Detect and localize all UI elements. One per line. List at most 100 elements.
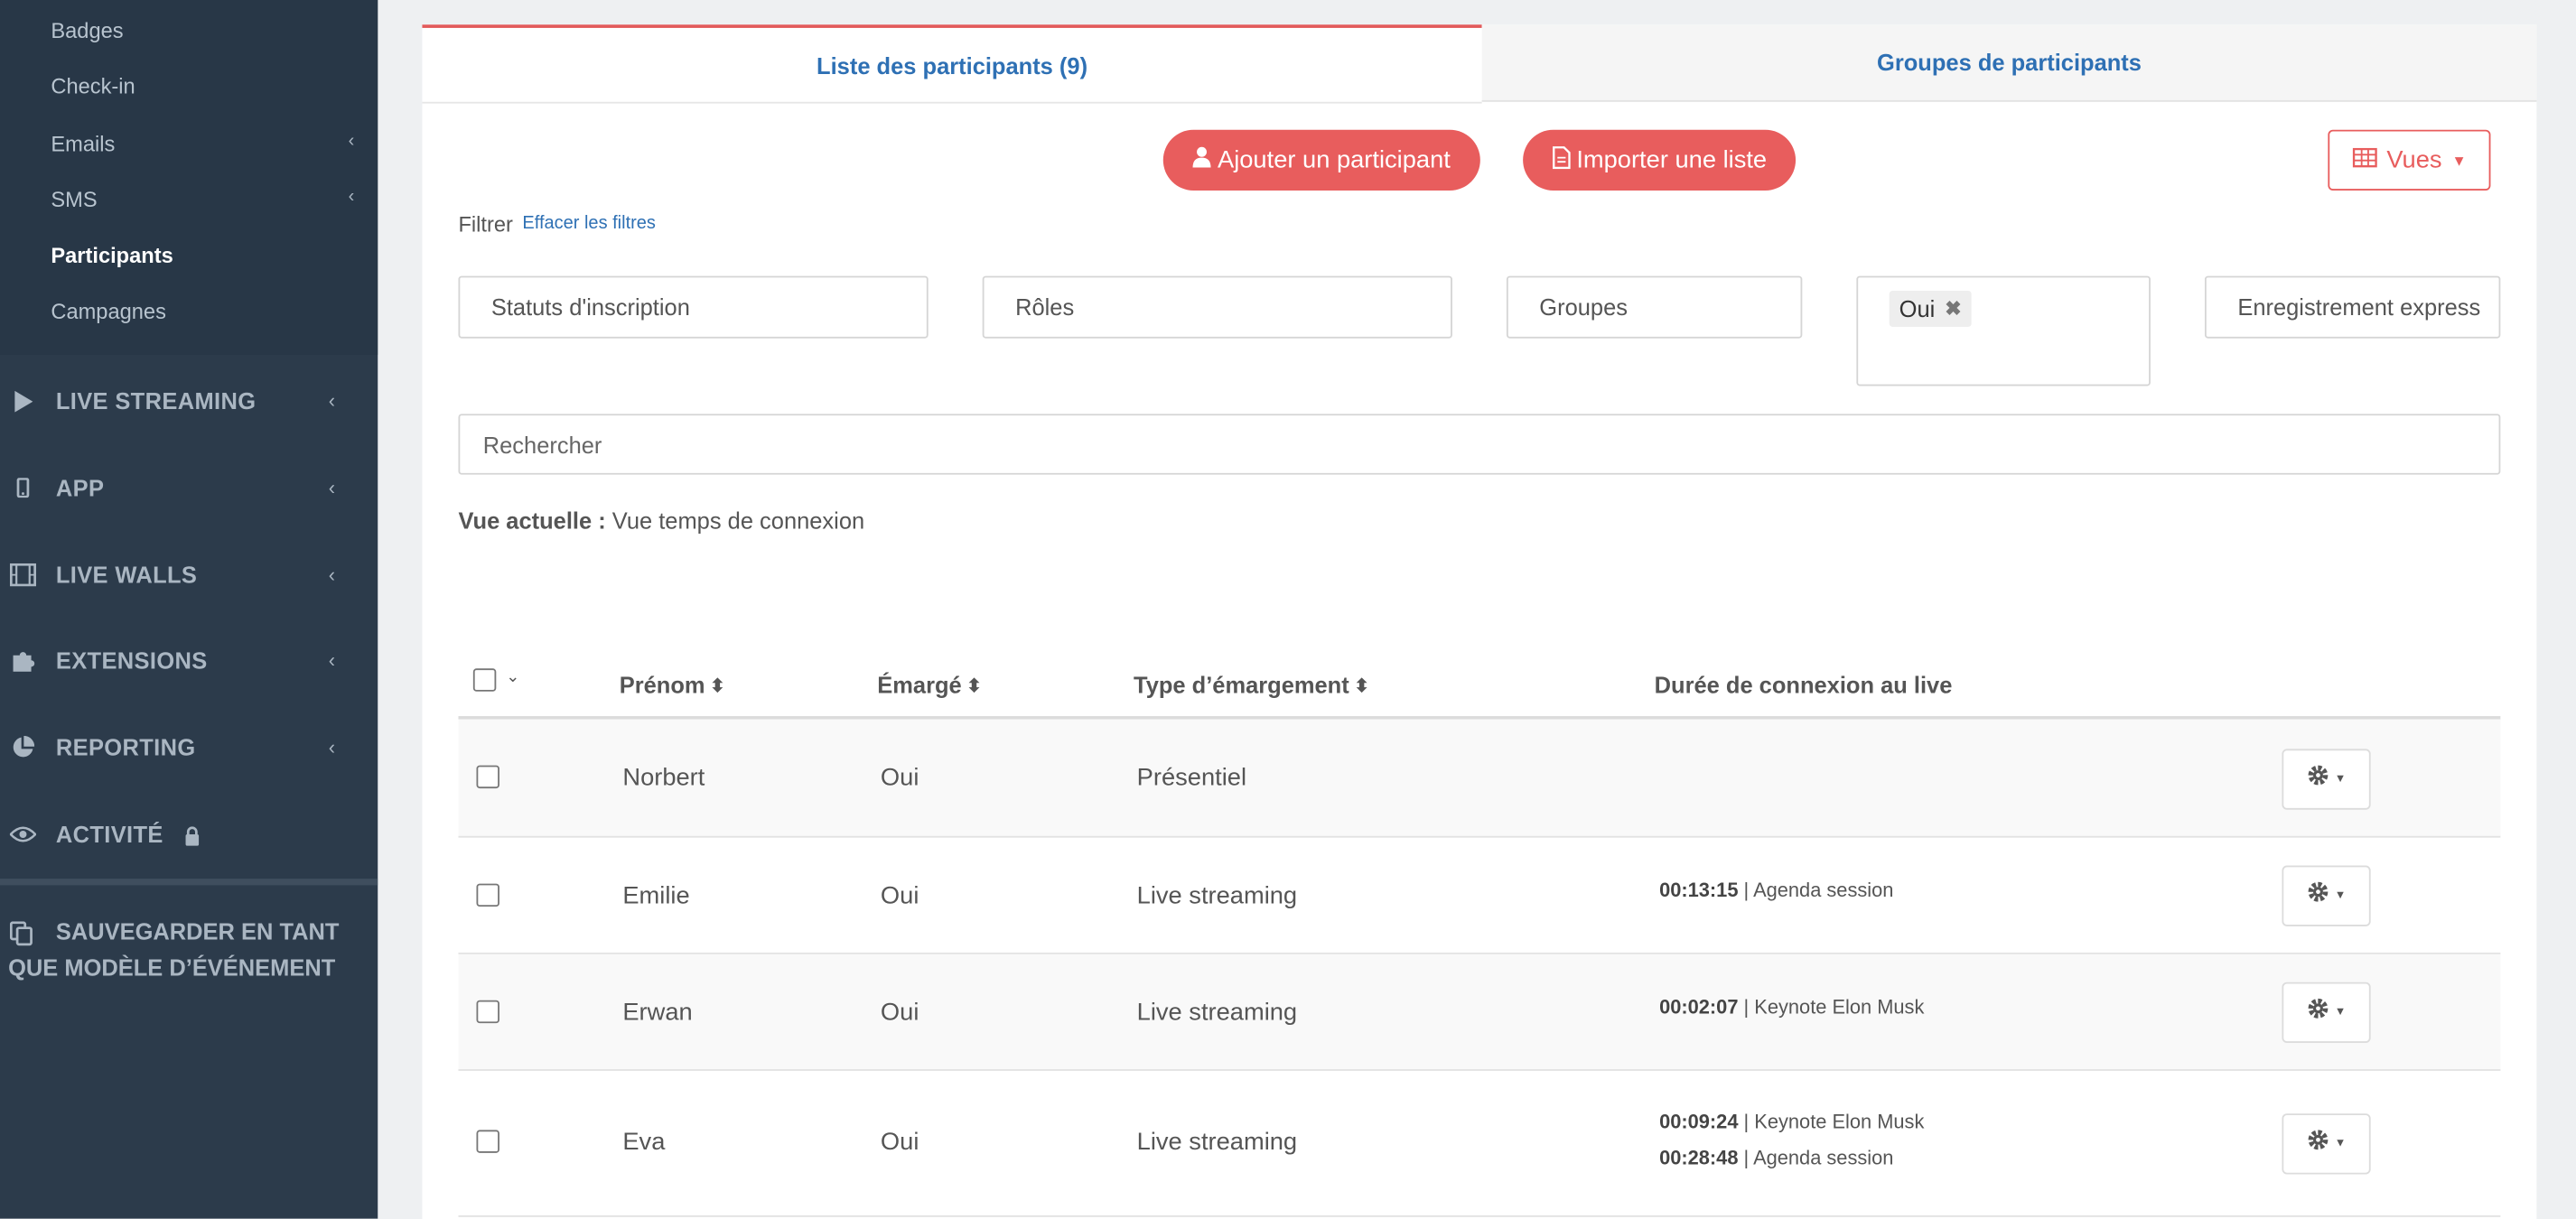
chevron-left-icon: ‹ [348, 131, 355, 152]
row-actions-button[interactable]: ▼ [2282, 865, 2371, 926]
filter-tag-label: Oui [1899, 295, 1936, 322]
copy-icon [9, 920, 33, 956]
clear-filters-link[interactable]: Effacer les filtres [522, 213, 656, 233]
chevron-left-icon: ‹ [328, 389, 336, 413]
duration-time: 00:09:24 [1659, 1110, 1739, 1134]
row-checkbox[interactable] [476, 1000, 499, 1024]
cell-signed: Oui [880, 763, 919, 792]
sidebar-item-participants[interactable]: Participants [51, 243, 173, 267]
caret-down-icon: ▼ [2334, 889, 2347, 902]
eye-icon [9, 821, 37, 847]
nav-label: APP [55, 474, 105, 501]
save-as-template-link[interactable]: SAUVEGARDER EN TANT QUE MODÈLE D’ÉVÉNEME… [8, 913, 339, 985]
duration-session: Keynote Elon Musk [1754, 995, 1925, 1019]
row-actions-button[interactable]: ▼ [2282, 1113, 2371, 1175]
select-all-checkbox[interactable] [472, 668, 497, 692]
cell-sign-type: Live streaming [1136, 998, 1298, 1027]
cell-duration: 00:02:07 | Keynote Elon Musk [1659, 995, 1925, 1019]
cell-duration: 00:09:24 | Keynote Elon Musk 00:28:48 | … [1659, 1103, 1924, 1176]
nav-app[interactable]: APP ‹ [0, 463, 378, 513]
nav-activite[interactable]: ACTIVITÉ [0, 810, 378, 860]
duration-entry: 00:09:24 | Keynote Elon Musk [1659, 1110, 1925, 1134]
chevron-left-icon: ‹ [328, 563, 336, 587]
row-actions-button[interactable]: ▼ [2282, 749, 2371, 810]
add-participant-button[interactable]: Ajouter un participant [1162, 129, 1480, 191]
column-header-sign-type[interactable]: Type d’émargement ⬍ [1134, 672, 1369, 698]
filter-label: Filtrer [458, 211, 513, 237]
views-label: Vues [2386, 145, 2442, 174]
sidebar-item-sms[interactable]: SMS [51, 187, 97, 211]
signed-filter[interactable]: Oui ✖ [1856, 275, 2151, 386]
sidebar-item-checkin[interactable]: Check-in [51, 74, 135, 98]
row-actions-button[interactable]: ▼ [2282, 982, 2371, 1044]
roles-filter[interactable]: Rôles [982, 275, 1452, 339]
sort-icon: ⬍ [966, 675, 982, 696]
participants-submenu: Badges Check-in Emails ‹ SMS ‹ Participa… [0, 0, 378, 355]
nav-label: REPORTING [55, 734, 196, 761]
save-model-line2: QUE MODÈLE D’ÉVÉNEMENT [8, 954, 336, 981]
sidebar-item-badges[interactable]: Badges [51, 18, 123, 42]
film-icon [9, 562, 37, 588]
express-registration-filter[interactable]: Enregistrement express [2204, 275, 2501, 339]
main-content: Liste des participants (9) Groupes de pa… [378, 0, 2576, 1219]
cell-signed: Oui [880, 998, 919, 1027]
nav-label: LIVE STREAMING [55, 387, 257, 414]
row-checkbox[interactable] [476, 1130, 499, 1153]
current-view: Vue actuelle : Vue temps de connexion [458, 507, 864, 534]
nav-reporting[interactable]: REPORTING ‹ [0, 722, 378, 772]
chevron-left-icon: ‹ [328, 648, 336, 672]
sidebar-item-campagnes[interactable]: Campagnes [51, 299, 166, 323]
user-icon [1192, 146, 1211, 174]
nav-live-streaming[interactable]: LIVE STREAMING ‹ [0, 377, 378, 426]
sort-icon: ⬍ [709, 675, 725, 696]
table-row: Norbert Oui Présentiel ▼ [458, 719, 2501, 838]
column-header-label: Type d’émargement [1134, 671, 1349, 699]
caret-down-icon: ▼ [2334, 1006, 2347, 1019]
nav-live-walls[interactable]: LIVE WALLS ‹ [0, 550, 378, 600]
import-list-button[interactable]: Importer une liste [1523, 129, 1797, 191]
chevron-down-icon[interactable]: ⌄ [506, 668, 519, 686]
column-header-label: Émargé [877, 671, 962, 699]
sidebar-item-emails[interactable]: Emails [51, 132, 115, 156]
column-header-first-name[interactable]: Prénom ⬍ [620, 672, 725, 698]
groups-filter[interactable]: Groupes [1506, 275, 1803, 339]
nav-extensions[interactable]: EXTENSIONS ‹ [0, 636, 378, 685]
column-header-label: Durée de connexion au live [1654, 671, 1953, 699]
column-header-duration: Durée de connexion au live [1655, 672, 1953, 698]
chevron-left-icon: ‹ [328, 476, 336, 499]
current-view-label: Vue actuelle : [458, 507, 606, 535]
file-icon [1552, 145, 1570, 175]
tab-participants[interactable]: Liste des participants (9) [422, 24, 1482, 102]
lock-icon [184, 824, 201, 854]
duration-session: Agenda session [1753, 879, 1894, 902]
tab-groups[interactable]: Groupes de participants [1481, 24, 2537, 102]
cell-first-name: Erwan [622, 998, 693, 1027]
caret-down-icon: ▼ [2451, 152, 2467, 169]
play-icon [10, 387, 36, 414]
import-list-label: Importer une liste [1576, 145, 1768, 174]
sidebar-divider [0, 879, 378, 886]
cell-first-name: Emilie [622, 881, 690, 910]
views-dropdown-button[interactable]: Vues ▼ [2328, 129, 2491, 191]
gear-icon [2307, 1129, 2329, 1160]
puzzle-icon [10, 647, 36, 674]
duration-session: Keynote Elon Musk [1754, 1110, 1925, 1134]
gear-icon [2307, 764, 2329, 796]
sort-icon: ⬍ [1354, 675, 1369, 696]
tab-underline [422, 101, 1482, 104]
gear-icon [2307, 997, 2329, 1028]
status-filter[interactable]: Statuts d'inscription [458, 275, 929, 339]
current-view-value: Vue temps de connexion [611, 507, 865, 535]
row-checkbox[interactable] [476, 765, 499, 789]
remove-tag-icon[interactable]: ✖ [1945, 297, 1961, 320]
table-row: Erwan Oui Live streaming 00:02:07 | Keyn… [458, 954, 2501, 1071]
chevron-left-icon: ‹ [328, 735, 336, 759]
cell-signed: Oui [880, 881, 919, 910]
row-checkbox[interactable] [476, 883, 499, 907]
column-header-signed[interactable]: Émargé ⬍ [877, 672, 982, 698]
search-input[interactable]: Rechercher [458, 414, 2501, 475]
cell-sign-type: Live streaming [1136, 1128, 1298, 1157]
nav-label: EXTENSIONS [55, 647, 208, 674]
cell-first-name: Norbert [622, 763, 705, 792]
caret-down-icon: ▼ [2334, 1138, 2347, 1150]
